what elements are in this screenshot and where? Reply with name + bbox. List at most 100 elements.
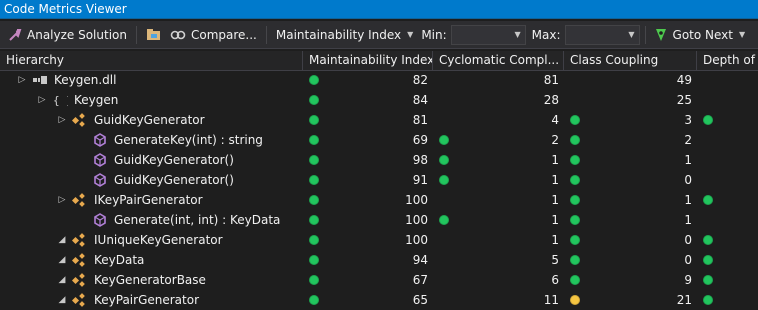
class-coupling-cell: 0: [564, 230, 697, 250]
maintainability-index-cell: 100: [303, 190, 433, 210]
class-coupling-cell: 1: [564, 190, 697, 210]
class-coupling-value: 25: [676, 93, 692, 107]
depth-of-inheritance-cell: [697, 150, 758, 170]
status-green-indicator: [309, 175, 319, 185]
tree-row[interactable]: ◢ KeyData 94 5 0: [0, 250, 758, 270]
chevron-down-icon: ▼: [514, 30, 521, 39]
tree-row[interactable]: GenerateKey(int) : string 69 2 2: [0, 130, 758, 150]
class-icon: [72, 192, 88, 208]
compare-label: Compare...: [190, 27, 257, 42]
maintainability-index-cell: 81: [303, 110, 433, 130]
maintainability-index-cell: 100: [303, 230, 433, 250]
maintainability-index-value: 91: [412, 173, 428, 187]
maintainability-index-cell: 98: [303, 150, 433, 170]
depth-of-inheritance-cell: [697, 270, 758, 290]
tree-row[interactable]: ▷ Keygen.dll 82 81 49: [0, 70, 758, 90]
min-combobox[interactable]: ▼: [450, 24, 526, 45]
goto-next-icon: [655, 28, 667, 42]
toolbar-separator: [644, 25, 646, 44]
maintainability-index-cell: 69: [303, 130, 433, 150]
class-coupling-value: 1: [684, 153, 692, 167]
expand-arrow-icon[interactable]: ▷: [16, 70, 28, 90]
cyclomatic-complexity-value: 5: [551, 253, 559, 267]
expand-arrow-icon[interactable]: ▷: [56, 110, 68, 130]
maintainability-index-cell: 82: [303, 70, 433, 90]
cyclomatic-complexity-cell: 1: [433, 230, 564, 250]
status-green-indicator: [309, 115, 319, 125]
status-green-indicator: [570, 255, 580, 265]
class-icon: [72, 292, 88, 308]
node-name: KeyPairGenerator: [94, 293, 200, 307]
collapse-arrow-icon[interactable]: ◢: [56, 290, 68, 310]
column-header-hierarchy[interactable]: Hierarchy: [0, 51, 303, 70]
open-file-button[interactable]: [142, 24, 166, 46]
status-green-indicator: [309, 215, 319, 225]
hierarchy-cell: GenerateKey(int) : string: [0, 130, 303, 150]
cyclomatic-complexity-value: 1: [551, 153, 559, 167]
compare-icon: [170, 28, 186, 42]
status-green-indicator: [439, 155, 449, 165]
tree-row[interactable]: GuidKeyGenerator() 98 1 1: [0, 150, 758, 170]
depth-of-inheritance-cell: [697, 190, 758, 210]
metric-selector[interactable]: Maintainability Index ▼: [272, 24, 417, 46]
hierarchy-cell: ◢ KeyData: [0, 250, 303, 270]
column-header-class-coupling[interactable]: Class Coupling: [564, 51, 697, 70]
tree-row[interactable]: ◢ IUniqueKeyGenerator 100 1 0: [0, 230, 758, 250]
maintainability-index-value: 100: [405, 193, 428, 207]
tree-row[interactable]: ▷ { } Keygen 84 28 25: [0, 90, 758, 110]
column-header-maintainability-index[interactable]: Maintainability Index: [303, 51, 433, 70]
tree-row[interactable]: ◢ KeyPairGenerator 65 11 21: [0, 290, 758, 310]
chevron-down-icon: ▼: [407, 30, 414, 39]
cyclomatic-complexity-value: 1: [551, 233, 559, 247]
maintainability-index-cell: 65: [303, 290, 433, 310]
window-title: Code Metrics Viewer: [4, 2, 127, 16]
status-green-indicator: [703, 115, 713, 125]
expand-arrow-icon[interactable]: ▷: [36, 90, 48, 110]
chevron-down-icon: ▼: [628, 30, 635, 39]
column-header-depth-of-inheritance[interactable]: Depth of: [697, 51, 758, 70]
class-icon: [72, 232, 88, 248]
column-header-cyclomatic-complexity[interactable]: Cyclomatic Compl...: [433, 51, 564, 70]
namespace-icon: { }: [52, 92, 68, 108]
status-green-indicator: [703, 195, 713, 205]
cyclomatic-complexity-cell: 5: [433, 250, 564, 270]
goto-next-button[interactable]: Goto Next ▼: [651, 24, 750, 46]
depth-of-inheritance-cell: [697, 110, 758, 130]
node-name: GuidKeyGenerator(): [114, 173, 234, 187]
class-coupling-cell: 25: [564, 90, 697, 110]
maintainability-index-value: 67: [412, 273, 428, 287]
tree-row[interactable]: ◢ KeyGeneratorBase 67 6 9: [0, 270, 758, 290]
class-icon: [72, 272, 88, 288]
hierarchy-cell: ◢ KeyPairGenerator: [0, 290, 303, 310]
tree-row[interactable]: ▷ GuidKeyGenerator 81 4 3: [0, 110, 758, 130]
expand-arrow-icon[interactable]: ▷: [56, 190, 68, 210]
status-green-indicator: [309, 95, 319, 105]
node-name: GenerateKey(int) : string: [114, 133, 263, 147]
collapse-arrow-icon[interactable]: ◢: [56, 230, 68, 250]
cyclomatic-complexity-value: 4: [551, 113, 559, 127]
cyclomatic-complexity-value: 1: [551, 193, 559, 207]
collapse-arrow-icon[interactable]: ◢: [56, 270, 68, 290]
tree-row[interactable]: Generate(int, int) : KeyData 100 1 1: [0, 210, 758, 230]
hierarchy-cell: ▷ { } Keygen: [0, 90, 303, 110]
class-coupling-cell: 1: [564, 150, 697, 170]
status-green-indicator: [570, 235, 580, 245]
node-name: IKeyPairGenerator: [94, 193, 203, 207]
collapse-arrow-icon[interactable]: ◢: [56, 250, 68, 270]
max-combobox[interactable]: ▼: [564, 24, 640, 45]
maintainability-index-value: 100: [405, 233, 428, 247]
metric-selector-value: Maintainability Index: [275, 27, 402, 42]
tree-row[interactable]: GuidKeyGenerator() 91 1 0: [0, 170, 758, 190]
cyclomatic-complexity-cell: 1: [433, 190, 564, 210]
class-coupling-cell: 1: [564, 210, 697, 230]
compare-button[interactable]: Compare...: [166, 24, 261, 46]
maintainability-index-cell: 67: [303, 270, 433, 290]
tree-row[interactable]: ▷ IKeyPairGenerator 100 1 1: [0, 190, 758, 210]
maintainability-index-value: 65: [412, 293, 428, 307]
status-green-indicator: [309, 135, 319, 145]
toolbar: Analyze Solution Compare... Maintainabil…: [0, 21, 758, 49]
class-coupling-cell: 2: [564, 130, 697, 150]
status-green-indicator: [570, 115, 580, 125]
analyze-solution-button[interactable]: Analyze Solution: [4, 24, 131, 46]
maintainability-index-value: 82: [412, 73, 428, 87]
